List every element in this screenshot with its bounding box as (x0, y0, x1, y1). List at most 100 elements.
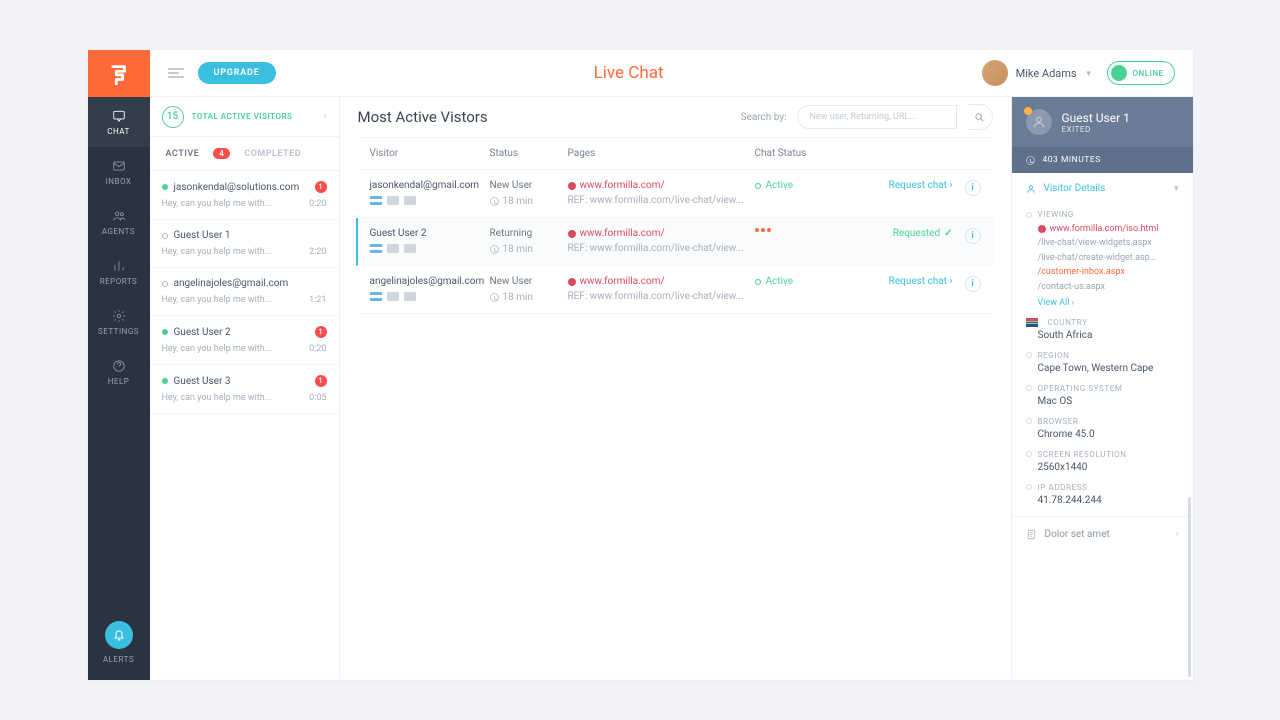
os-icon (387, 244, 399, 253)
tab-completed[interactable]: COMPLETED (244, 149, 301, 159)
unread-badge: 1 (315, 375, 327, 387)
search-input[interactable] (797, 105, 957, 129)
app-logo[interactable] (88, 50, 150, 97)
nav-agents[interactable]: AGENTS (88, 197, 150, 247)
nav-reports[interactable]: REPORTS (88, 247, 150, 297)
conversation-list: 15 TOTAL ACTIVE VISITORS › ACTIVE 4 COMP… (150, 97, 340, 680)
user-menu[interactable]: Mike Adams ▼ (982, 60, 1093, 86)
visitor-url[interactable]: www.formilla.com/ (568, 180, 755, 191)
visitor-url[interactable]: www.formilla.com/ (568, 276, 755, 287)
info-icon[interactable]: i (965, 228, 981, 244)
unread-badge: 1 (315, 326, 327, 338)
viewing-url[interactable]: /live-chat/view-widgets.aspx (1026, 236, 1179, 250)
flag-icon (1026, 318, 1038, 327)
field-value: Chrome 45.0 (1026, 429, 1179, 440)
conversation-item[interactable]: jasonkendal@solutions.com1Hey, can you h… (150, 171, 339, 220)
conv-time: 2:20 (309, 247, 326, 257)
nav-chat[interactable]: CHAT (88, 97, 150, 147)
conv-time: 0:20 (309, 199, 326, 209)
request-chat-link[interactable]: Request chat › (865, 180, 953, 191)
visitor-meta-icons (370, 292, 490, 301)
conv-name: angelinajoles@gmail.com (174, 278, 289, 289)
user-icon (1026, 184, 1036, 194)
request-chat-link[interactable]: Request chat › (865, 276, 953, 287)
chat-icon (112, 109, 126, 123)
col-status: Status (490, 148, 568, 159)
nav-alerts[interactable]: ALERTS (103, 621, 134, 680)
visitor-name: jasonkendal@gmail.com (370, 180, 490, 191)
visitor-meta-icons (370, 244, 490, 253)
field-label: REGION (1026, 351, 1179, 360)
search-label: Search by: (741, 112, 787, 123)
page-title: Live Chat (290, 63, 968, 83)
upgrade-button[interactable]: UPGRADE (198, 62, 276, 84)
view-all-link[interactable]: View All › (1026, 298, 1179, 308)
viewing-url[interactable]: /contact-us.aspx (1026, 280, 1179, 294)
visitor-status: New User (490, 180, 568, 191)
conversation-item[interactable]: Guest User 1Hey, can you help me with...… (150, 220, 339, 268)
search-button[interactable] (967, 104, 993, 130)
menu-toggle-icon[interactable] (168, 68, 184, 78)
browser-icon (404, 196, 416, 205)
col-chat: Chat Status (755, 148, 865, 159)
chevron-down-icon: ▾ (1174, 184, 1179, 194)
visitor-status: New User (490, 276, 568, 287)
nav-settings[interactable]: SETTINGS (88, 297, 150, 347)
browser-icon (404, 292, 416, 301)
visitor-name: Guest User 2 (370, 228, 490, 239)
status-dot-icon (1111, 65, 1127, 81)
info-icon[interactable]: i (965, 180, 981, 196)
details-section-header[interactable]: Visitor Details ▾ (1026, 183, 1179, 194)
body: 15 TOTAL ACTIVE VISITORS › ACTIVE 4 COMP… (150, 97, 1193, 680)
search-icon (974, 112, 985, 123)
tab-active[interactable]: ACTIVE (166, 149, 200, 159)
conv-name: Guest User 1 (174, 230, 231, 241)
conversation-item[interactable]: angelinajoles@gmail.comHey, can you help… (150, 268, 339, 316)
visitor-details-panel: Guest User 1 EXITED 403 MINUTES Visitor … (1011, 97, 1193, 680)
field-label: COUNTRY (1026, 318, 1179, 327)
browser-icon (404, 244, 416, 253)
viewing-url[interactable]: /customer-inbox.aspx (1026, 265, 1179, 279)
settings-icon (112, 309, 126, 323)
chat-status: Active (755, 276, 865, 287)
details-bottom-section[interactable]: Dolor set amet › (1012, 517, 1193, 552)
info-icon[interactable]: i (965, 276, 981, 292)
col-visitor: Visitor (370, 148, 490, 159)
conversation-item[interactable]: Guest User 21Hey, can you help me with..… (150, 316, 339, 365)
table-row[interactable]: angelinajoles@gmail.comNew User18 minwww… (358, 266, 993, 314)
conv-time: 0:05 (309, 393, 326, 403)
visitor-time: 18 min (490, 196, 568, 207)
status-pill[interactable]: ONLINE (1107, 61, 1175, 85)
details-bottom-label: Dolor set amet (1045, 529, 1110, 540)
guest-avatar-icon (1026, 109, 1052, 135)
nav-label: SETTINGS (98, 327, 139, 336)
viewing-url[interactable]: /live-chat/create-widget.asp... (1026, 251, 1179, 265)
table-row[interactable]: Guest User 2Returning18 minwww.formilla.… (356, 218, 993, 266)
scrollbar[interactable] (1188, 497, 1191, 677)
field-value: 41.78.244.244 (1026, 495, 1179, 506)
visitor-name: angelinajoles@gmail.com (370, 276, 490, 287)
document-icon (1026, 529, 1037, 540)
nav-inbox[interactable]: INBOX (88, 147, 150, 197)
inbox-icon (112, 159, 126, 173)
conv-time: 1:21 (309, 295, 326, 305)
conv-name: jasonkendal@solutions.com (174, 182, 300, 193)
viewing-url[interactable]: www.formilla.com/iso.html (1026, 222, 1179, 236)
nav-label: CHAT (107, 127, 129, 136)
nav-help[interactable]: HELP (88, 347, 150, 397)
details-status: EXITED (1062, 125, 1130, 134)
visitor-status: Returning (490, 228, 568, 239)
table-row[interactable]: jasonkendal@gmail.comNew User 18 minwww.f… (358, 170, 993, 218)
visitor-ref: REF: www.formilla.com/live-chat/view... (568, 243, 748, 254)
presence-dot-icon (162, 233, 168, 239)
details-duration: 403 MINUTES (1043, 155, 1101, 165)
total-active-visitors[interactable]: 15 TOTAL ACTIVE VISITORS › (150, 97, 339, 137)
visitor-url[interactable]: www.formilla.com/ (568, 228, 755, 239)
conversation-item[interactable]: Guest User 31Hey, can you help me with..… (150, 365, 339, 414)
visitors-table: Visitor Status Pages Chat Status jasonke… (358, 137, 993, 314)
status-label: ONLINE (1133, 69, 1164, 78)
user-name: Mike Adams (1016, 67, 1077, 80)
search: Search by: (741, 104, 993, 130)
logo-icon (108, 63, 130, 85)
presence-dot-icon (162, 378, 168, 384)
